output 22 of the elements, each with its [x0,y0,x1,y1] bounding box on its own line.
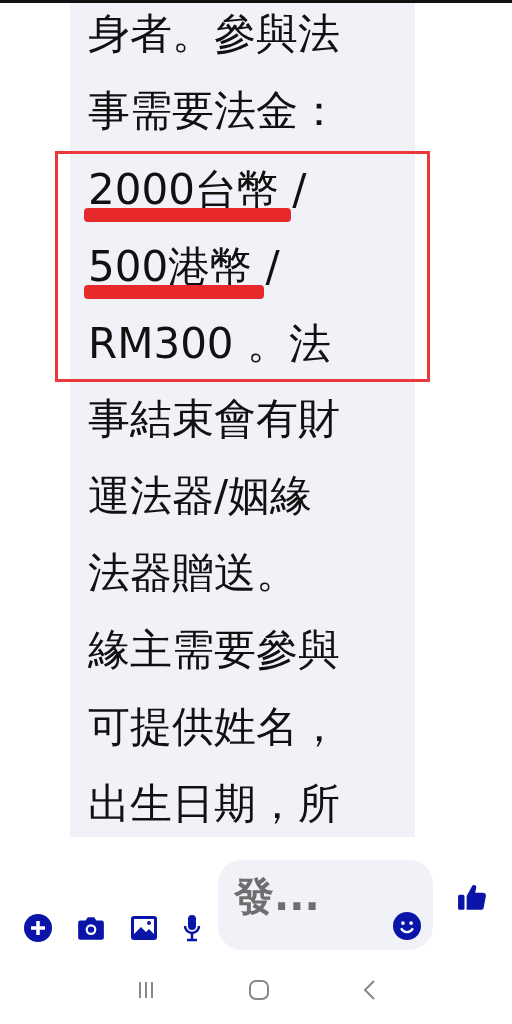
message-text: 運法器/姻緣 [88,470,313,522]
message-text: 500港幣 [88,228,253,305]
message-text: 事結束會有財 [88,393,340,445]
recent-apps-icon[interactable] [136,979,156,1000]
image-icon[interactable] [130,915,158,941]
microphone-icon[interactable] [182,914,202,942]
smiley-icon[interactable] [393,912,421,940]
message-text: 緣主需要參與 [88,624,340,676]
message-text: 事需要法金： [88,85,340,137]
home-icon[interactable] [248,978,270,1001]
message-text: 出生日期，所 [88,778,340,830]
message-text: 可提供姓名， [88,701,340,753]
message-text: 法器贈送。 [88,547,298,599]
message-text: / [291,165,307,214]
back-icon[interactable] [362,978,376,1001]
message-text: RM300 。法 [88,318,331,370]
add-icon[interactable] [24,914,52,942]
camera-icon[interactable] [76,915,106,941]
message-text: / [264,242,280,291]
message-text: 身者。參與法 [88,8,340,60]
message-text: 2000台幣 [88,151,279,228]
thumbs-up-icon[interactable] [457,882,487,912]
